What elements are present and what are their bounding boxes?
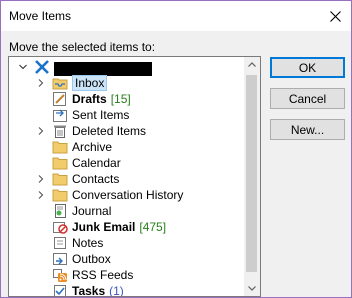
folder-name: Deleted Items xyxy=(72,124,147,138)
folder-item[interactable]: Contacts xyxy=(9,171,243,187)
folder-label: RSS Feeds xyxy=(72,267,133,283)
folder-label: Sent Items xyxy=(72,107,129,123)
chevron-right-icon[interactable] xyxy=(36,174,46,184)
outbox-icon xyxy=(52,251,68,267)
folder-item[interactable]: Deleted Items xyxy=(9,123,243,139)
folder-item[interactable]: Drafts [15] xyxy=(9,91,243,107)
folder-label: Junk Email [475] xyxy=(72,219,166,235)
notes-icon xyxy=(52,235,68,251)
folder-item[interactable]: Conversation History xyxy=(9,187,243,203)
folder-label: Drafts [15] xyxy=(72,91,131,107)
folder-item[interactable]: RSS Feeds xyxy=(9,267,243,283)
chevron-right-icon[interactable] xyxy=(36,78,46,88)
cancel-button[interactable]: Cancel xyxy=(270,88,345,109)
folder-label: Contacts xyxy=(72,171,119,187)
folder-item[interactable]: Journal xyxy=(9,203,243,219)
folder-name: Junk Email xyxy=(72,220,136,234)
move-items-dialog: Move Items Move the selected items to: I… xyxy=(0,0,352,298)
folder-item[interactable]: Junk Email [475] xyxy=(9,219,243,235)
close-button[interactable] xyxy=(319,1,351,31)
chevron-right-icon[interactable] xyxy=(36,190,46,200)
folder-name: Contacts xyxy=(72,172,120,186)
unread-count: [15] xyxy=(110,92,131,106)
title-bar: Move Items xyxy=(1,1,351,31)
folder-item[interactable]: Outbox xyxy=(9,251,243,267)
folder-tree[interactable]: Inbox Drafts [15] Sent Items Deleted Items Ar… xyxy=(8,56,261,297)
folder-item[interactable]: Archive xyxy=(9,139,243,155)
ok-button[interactable]: OK xyxy=(270,57,345,78)
folder-name: Drafts xyxy=(72,92,107,106)
folder-name: Tasks xyxy=(72,284,106,297)
inbox-folder-icon xyxy=(52,75,68,91)
scroll-up-arrow-icon[interactable] xyxy=(244,57,260,73)
folder-item[interactable]: Tasks (1) xyxy=(9,283,243,297)
unread-count: [475] xyxy=(139,220,167,234)
calendar-icon xyxy=(52,155,68,171)
folder-item[interactable]: Notes xyxy=(9,235,243,251)
scroll-down-arrow-icon[interactable] xyxy=(244,280,260,296)
dialog-title: Move Items xyxy=(9,9,72,23)
destination-prompt: Move the selected items to: xyxy=(9,40,156,54)
junk-email-icon xyxy=(52,219,68,235)
folder-label: Deleted Items xyxy=(72,123,146,139)
folder-item[interactable]: Sent Items xyxy=(9,107,243,123)
account-name-redacted xyxy=(54,62,152,76)
chevron-down-icon[interactable] xyxy=(18,62,28,72)
folder-icon xyxy=(52,139,68,155)
close-icon xyxy=(329,10,341,22)
scroll-thumb[interactable] xyxy=(246,75,257,272)
exchange-account-icon xyxy=(34,59,50,75)
folder-name: Conversation History xyxy=(72,188,184,202)
folder-name: Inbox xyxy=(72,75,108,91)
drafts-folder-icon xyxy=(52,91,68,107)
deleted-items-icon xyxy=(52,123,68,139)
folder-item[interactable]: Calendar xyxy=(9,155,243,171)
folder-label: Journal xyxy=(72,203,111,219)
folder-label: Notes xyxy=(72,235,103,251)
folder-label: Outbox xyxy=(72,251,111,267)
folder-label: Calendar xyxy=(72,155,121,171)
folder-name: Outbox xyxy=(72,252,111,266)
new-folder-button[interactable]: New... xyxy=(270,119,345,140)
folder-name: Calendar xyxy=(72,156,121,170)
folder-name: Journal xyxy=(72,204,112,218)
folder-name: Sent Items xyxy=(72,108,130,122)
folder-label: Archive xyxy=(72,139,112,155)
contacts-icon xyxy=(52,171,68,187)
folder-name: Notes xyxy=(72,236,104,250)
folder-label: Conversation History xyxy=(72,187,183,203)
rss-feed-icon xyxy=(52,267,68,283)
folder-name: RSS Feeds xyxy=(72,268,134,282)
tasks-icon xyxy=(52,283,68,296)
folder-label: Tasks (1) xyxy=(72,283,124,297)
folder-icon xyxy=(52,187,68,203)
unread-count: (1) xyxy=(109,284,124,297)
journal-icon xyxy=(52,203,68,219)
folder-name: Archive xyxy=(72,140,113,154)
chevron-right-icon[interactable] xyxy=(36,126,46,136)
account-row[interactable] xyxy=(9,59,243,76)
sent-items-icon xyxy=(52,107,68,123)
tree-scrollbar[interactable] xyxy=(244,57,260,296)
folder-label: Inbox xyxy=(72,75,108,91)
folder-item[interactable]: Inbox xyxy=(9,75,243,91)
